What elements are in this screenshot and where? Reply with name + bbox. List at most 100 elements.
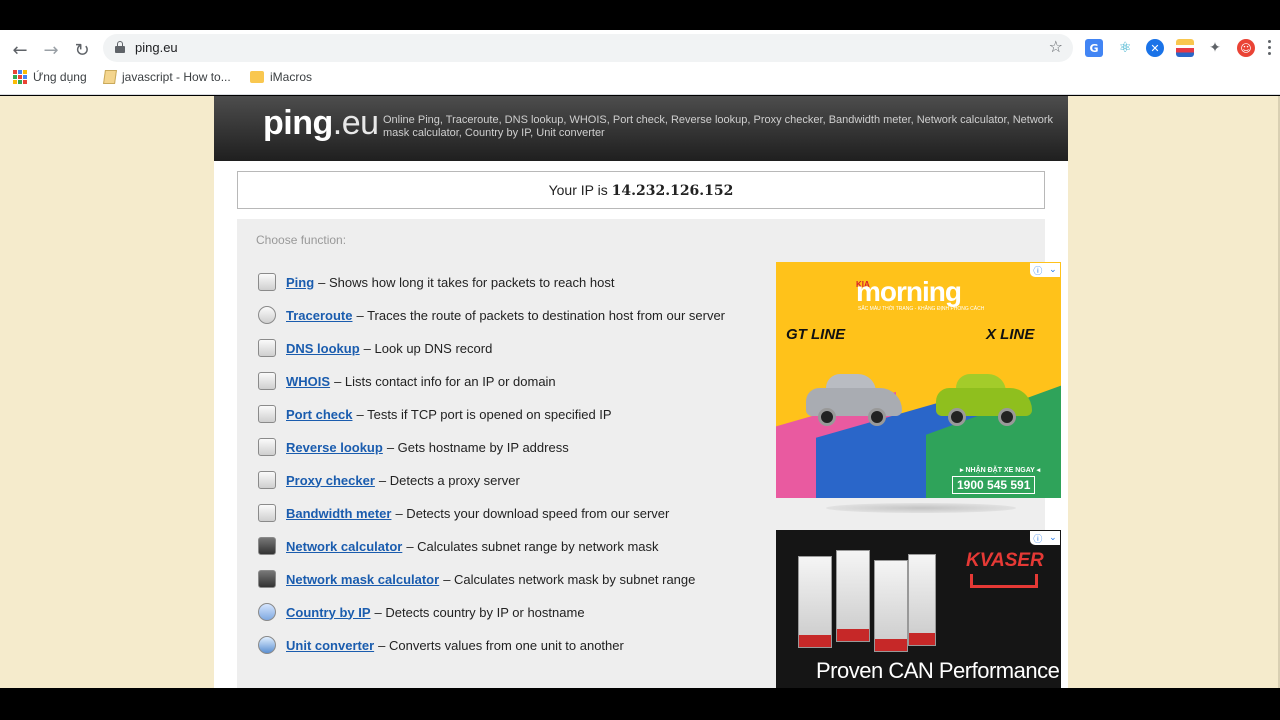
unit-converter-link[interactable]: Unit converter (286, 638, 374, 653)
ad-shadow (826, 503, 1016, 513)
ip-value: 14.232.126.152 (611, 183, 734, 199)
window-bottom-bar (0, 688, 1280, 720)
list-item: Port check – Tests if TCP port is opened… (258, 403, 612, 425)
list-item: Reverse lookup – Gets hostname by IP add… (258, 436, 569, 458)
list-item: WHOIS – Lists contact info for an IP or … (258, 370, 556, 392)
bookmark-label: javascript - How to... (122, 70, 231, 84)
back-button[interactable]: ← (8, 38, 32, 62)
ip-label: Your IP is (548, 182, 608, 198)
puzzle-extensions-icon[interactable]: ✦ (1206, 39, 1224, 57)
forward-button[interactable]: → (39, 38, 63, 62)
function-description: – Tests if TCP port is opened on specifi… (356, 406, 612, 422)
bookmark-javascript[interactable]: javascript - How to... (103, 70, 231, 84)
reverse-lookup-link[interactable]: Reverse lookup (286, 440, 383, 455)
url-text: ping.eu (135, 40, 178, 55)
list-item: Traceroute – Traces the route of packets… (258, 304, 725, 326)
globe-icon (258, 603, 276, 621)
reverse-lookup-icon (258, 438, 276, 456)
calculator-icon (258, 537, 276, 555)
globe-icon (258, 306, 276, 324)
window-top-bar (0, 0, 1280, 30)
ping-icon (258, 273, 276, 291)
apps-grid-icon (13, 70, 27, 84)
network-mask-calculator-link[interactable]: Network mask calculator (286, 572, 439, 587)
bandwidth-meter-link[interactable]: Bandwidth meter (286, 506, 391, 521)
country-by-ip-link[interactable]: Country by IP (286, 605, 371, 620)
profile-avatar-icon[interactable]: ☺ (1237, 39, 1255, 57)
list-item: Network calculator – Calculates subnet r… (258, 535, 659, 557)
list-item: Ping – Shows how long it takes for packe… (258, 271, 614, 293)
device-image (798, 556, 832, 648)
device-image (836, 550, 870, 642)
function-description: – Calculates network mask by subnet rang… (443, 571, 696, 587)
ad-phone: 1900 545 591 (952, 476, 1036, 494)
google-translate-icon[interactable]: G (1085, 39, 1103, 57)
lock-icon (115, 41, 125, 53)
folder-icon (250, 71, 264, 83)
function-description: – Shows how long it takes for packets to… (318, 274, 615, 290)
bandwidth-icon (258, 504, 276, 522)
ad-brand: KVASER (966, 550, 1044, 571)
port-check-link[interactable]: Port check (286, 407, 352, 422)
ad-trim-left: GT LINE (786, 326, 846, 343)
function-description: – Traces the route of packets to destina… (356, 307, 726, 323)
vpn-extension-icon[interactable]: ✕ (1146, 39, 1164, 57)
choose-function-label: Choose function: (256, 233, 347, 247)
device-image (908, 554, 936, 646)
dns-book-icon (258, 339, 276, 357)
browser-menu-icon[interactable] (1268, 40, 1272, 56)
kvaser-logo-mark (970, 574, 1038, 588)
bookmark-apps[interactable]: Ứng dụng (13, 70, 87, 84)
browser-chrome: ← → ↻ ping.eu ☆ G ⚛ ✕ ✦ ☺ Ứng dụng javas… (0, 30, 1280, 95)
function-description: – Look up DNS record (363, 340, 493, 356)
ad-brand: morning (856, 276, 962, 307)
site-tagline: Online Ping, Traceroute, DNS lookup, WHO… (383, 114, 1054, 139)
function-description: – Calculates subnet range by network mas… (406, 538, 659, 554)
react-devtools-icon[interactable]: ⚛ (1116, 39, 1134, 57)
bookmark-star-icon[interactable]: ☆ (1049, 37, 1063, 56)
list-item: DNS lookup – Look up DNS record (258, 337, 492, 359)
kvaser-ad[interactable]: KVASER Proven CAN Performance ⓘ ⌄ (776, 530, 1061, 688)
refresh-arrows-icon (258, 636, 276, 654)
list-item: Unit converter – Converts values from on… (258, 634, 624, 656)
bookmarks-bar: Ứng dụng javascript - How to... iMacros (0, 66, 1280, 90)
function-description: – Converts values from one unit to anoth… (378, 637, 624, 653)
flag-extension-icon[interactable] (1176, 39, 1194, 57)
id-card-icon (258, 372, 276, 390)
calculator-icon (258, 570, 276, 588)
site-container: ping.eu Online Ping, Traceroute, DNS loo… (214, 96, 1068, 688)
bookmark-imacros[interactable]: iMacros (250, 70, 312, 84)
network-calculator-link[interactable]: Network calculator (286, 539, 402, 554)
adchoices-icon[interactable]: ⓘ ⌄ (1030, 531, 1060, 545)
whois-link[interactable]: WHOIS (286, 374, 330, 389)
bookmark-label: iMacros (270, 70, 313, 84)
bookmark-label: Ứng dụng (33, 70, 87, 84)
function-panel: Choose function: Ping – Shows how long i… (237, 219, 1061, 688)
site-header: ping.eu Online Ping, Traceroute, DNS loo… (214, 96, 1068, 161)
adchoices-icon[interactable]: ⓘ ⌄ (1030, 263, 1060, 277)
address-bar[interactable]: ping.eu ☆ (103, 34, 1073, 62)
function-description: – Detects a proxy server (378, 472, 520, 488)
traceroute-link[interactable]: Traceroute (286, 308, 352, 323)
stackoverflow-icon (103, 70, 117, 84)
dns-lookup-link[interactable]: DNS lookup (286, 341, 360, 356)
ad-cta-text: ▸ NHẬN ĐẶT XE NGAY ◂ (960, 467, 1041, 474)
site-logo[interactable]: ping.eu (263, 104, 379, 143)
ad-subtitle: SẮC MÀU THỜI TRANG - KHẲNG ĐỊNH PHONG CÁ… (858, 306, 985, 312)
green-car-image (936, 374, 1032, 426)
function-description: – Gets hostname by IP address (386, 439, 569, 455)
plug-icon (258, 405, 276, 423)
reload-button[interactable]: ↻ (70, 38, 94, 62)
ad-headline: Proven CAN Performance (816, 658, 1060, 683)
proxy-checker-link[interactable]: Proxy checker (286, 473, 375, 488)
ip-display: Your IP is 14.232.126.152 (237, 171, 1045, 209)
ping-link[interactable]: Ping (286, 275, 314, 290)
list-item: Proxy checker – Detects a proxy server (258, 469, 520, 491)
function-description: – Detects your download speed from our s… (395, 505, 670, 521)
device-image (874, 560, 908, 652)
function-description: – Lists contact info for an IP or domain (334, 373, 556, 389)
function-description: – Detects country by IP or hostname (374, 604, 585, 620)
kia-morning-ad[interactable]: KIA morning SẮC MÀU THỜI TRANG - KHẲNG Đ… (776, 262, 1061, 498)
list-item: Bandwidth meter – Detects your download … (258, 502, 669, 524)
silver-car-image (806, 374, 902, 426)
